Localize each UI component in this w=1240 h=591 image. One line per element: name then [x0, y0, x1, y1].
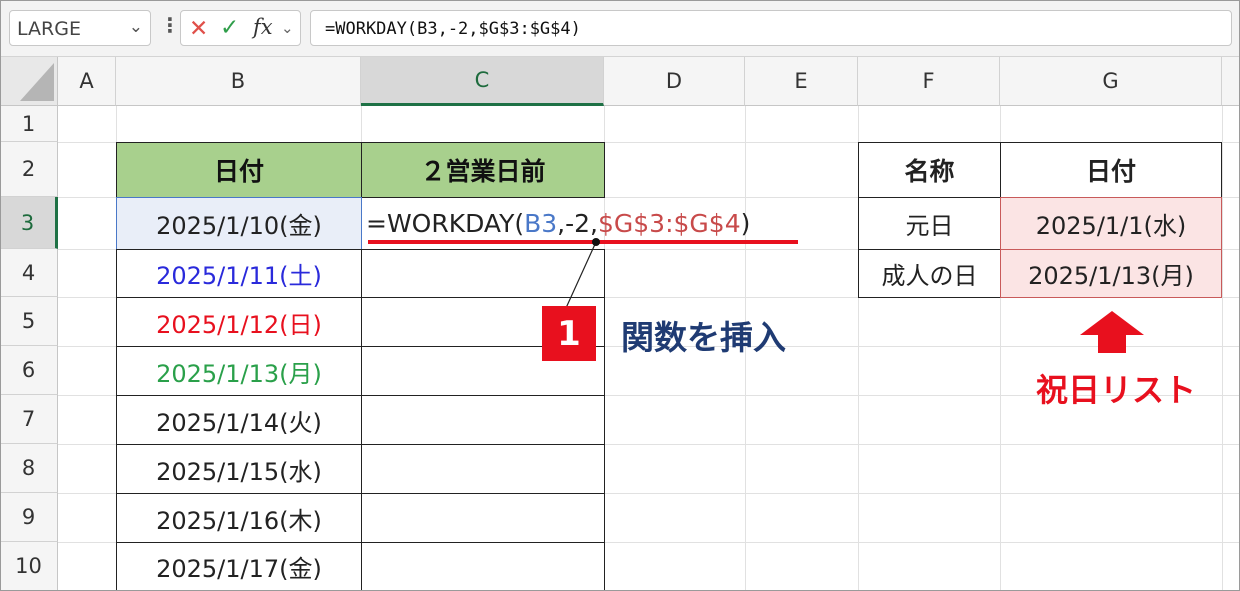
row-header-3[interactable]: 3 [0, 197, 58, 249]
cell-c7[interactable] [361, 395, 605, 445]
column-header-b[interactable]: B [116, 57, 361, 106]
step-badge: 1 [542, 306, 596, 361]
row-header-6[interactable]: 6 [0, 346, 58, 395]
chevron-down-icon[interactable]: ⌄ [129, 17, 143, 37]
row-header-5[interactable]: 5 [0, 297, 58, 346]
formula-input[interactable]: =WORKDAY(B3,-2,$G$3:$G$4) [310, 10, 1232, 46]
cell-c8[interactable] [361, 444, 605, 494]
cell-b7-date[interactable]: 2025/1/14(火) [116, 395, 362, 445]
gridline [1222, 106, 1223, 591]
cell-b2-header-date[interactable]: 日付 [116, 142, 362, 198]
chevron-down-icon[interactable]: ⌄ [281, 19, 294, 37]
cell-b10-date[interactable]: 2025/1/17(金) [116, 542, 362, 591]
column-header-h[interactable] [1222, 57, 1240, 106]
cell-f2-header-name[interactable]: 名称 [858, 142, 1001, 198]
insert-function-icon[interactable]: fx [253, 15, 273, 39]
column-header-f[interactable]: F [858, 57, 1000, 106]
cell-b4-date[interactable]: 2025/1/11(土) [116, 249, 362, 298]
cell-b5-date[interactable]: 2025/1/12(日) [116, 297, 362, 347]
formula-ref-holidays: $G$3:$G$4 [598, 208, 741, 238]
name-box-value: LARGE [17, 18, 81, 40]
formula-text: =WORKDAY(B3,-2,$G$3:$G$4) [325, 19, 581, 39]
formula-ref-b3: B3 [524, 208, 558, 238]
row-header-10[interactable]: 10 [0, 542, 58, 591]
more-options-icon[interactable]: ⋮ [160, 13, 180, 37]
enter-icon[interactable]: ✓ [220, 15, 239, 41]
step-label: 関数を挿入 [621, 318, 786, 357]
cancel-icon[interactable]: ✕ [189, 16, 208, 42]
row-header-8[interactable]: 8 [0, 444, 58, 493]
column-header-a[interactable]: A [58, 57, 116, 106]
cell-g3-holiday-date[interactable]: 2025/1/1(水) [1000, 197, 1222, 250]
name-box[interactable]: LARGE ⌄ [9, 10, 151, 46]
cell-g2-header-date[interactable]: 日付 [1000, 142, 1222, 198]
holiday-list-label: 祝日リスト [1036, 371, 1197, 409]
formula-part: ) [740, 208, 751, 238]
cell-c2-header-result[interactable]: ２営業日前 [361, 142, 605, 198]
row-header-9[interactable]: 9 [0, 493, 58, 542]
row-header-1[interactable]: 1 [0, 106, 58, 142]
column-header-e[interactable]: E [745, 57, 858, 106]
arrow-up-icon [1080, 311, 1144, 353]
column-header-c[interactable]: C [361, 57, 604, 106]
callout-dot [592, 238, 600, 246]
column-header-g[interactable]: G [1000, 57, 1222, 106]
formula-bar: LARGE ⌄ ⋮ ✕ ✓ fx ⌄ =WORKDAY(B3,-2,$G$3:$… [0, 0, 1240, 57]
cell-b8-date[interactable]: 2025/1/15(水) [116, 444, 362, 494]
cell-g4-holiday-date[interactable]: 2025/1/13(月) [1000, 249, 1222, 298]
cell-b3-date[interactable]: 2025/1/10(金) [116, 197, 362, 250]
cell-c10[interactable] [361, 542, 605, 591]
cell-f3-holiday-name[interactable]: 元日 [858, 197, 1001, 250]
row-header-2[interactable]: 2 [0, 142, 58, 197]
formula-part: =WORKDAY( [366, 208, 525, 238]
cell-b6-date[interactable]: 2025/1/13(月) [116, 346, 362, 396]
select-all-triangle-icon [20, 63, 54, 101]
formula-part: ,-2, [557, 208, 598, 238]
formula-controls: ✕ ✓ fx ⌄ [180, 10, 301, 46]
row-header-4[interactable]: 4 [0, 249, 58, 297]
cell-b9-date[interactable]: 2025/1/16(木) [116, 493, 362, 543]
row-header-7[interactable]: 7 [0, 395, 58, 444]
column-header-d[interactable]: D [604, 57, 745, 106]
callout-leader-line [565, 241, 597, 309]
cell-f4-holiday-name[interactable]: 成人の日 [858, 249, 1001, 298]
cell-c9[interactable] [361, 493, 605, 543]
